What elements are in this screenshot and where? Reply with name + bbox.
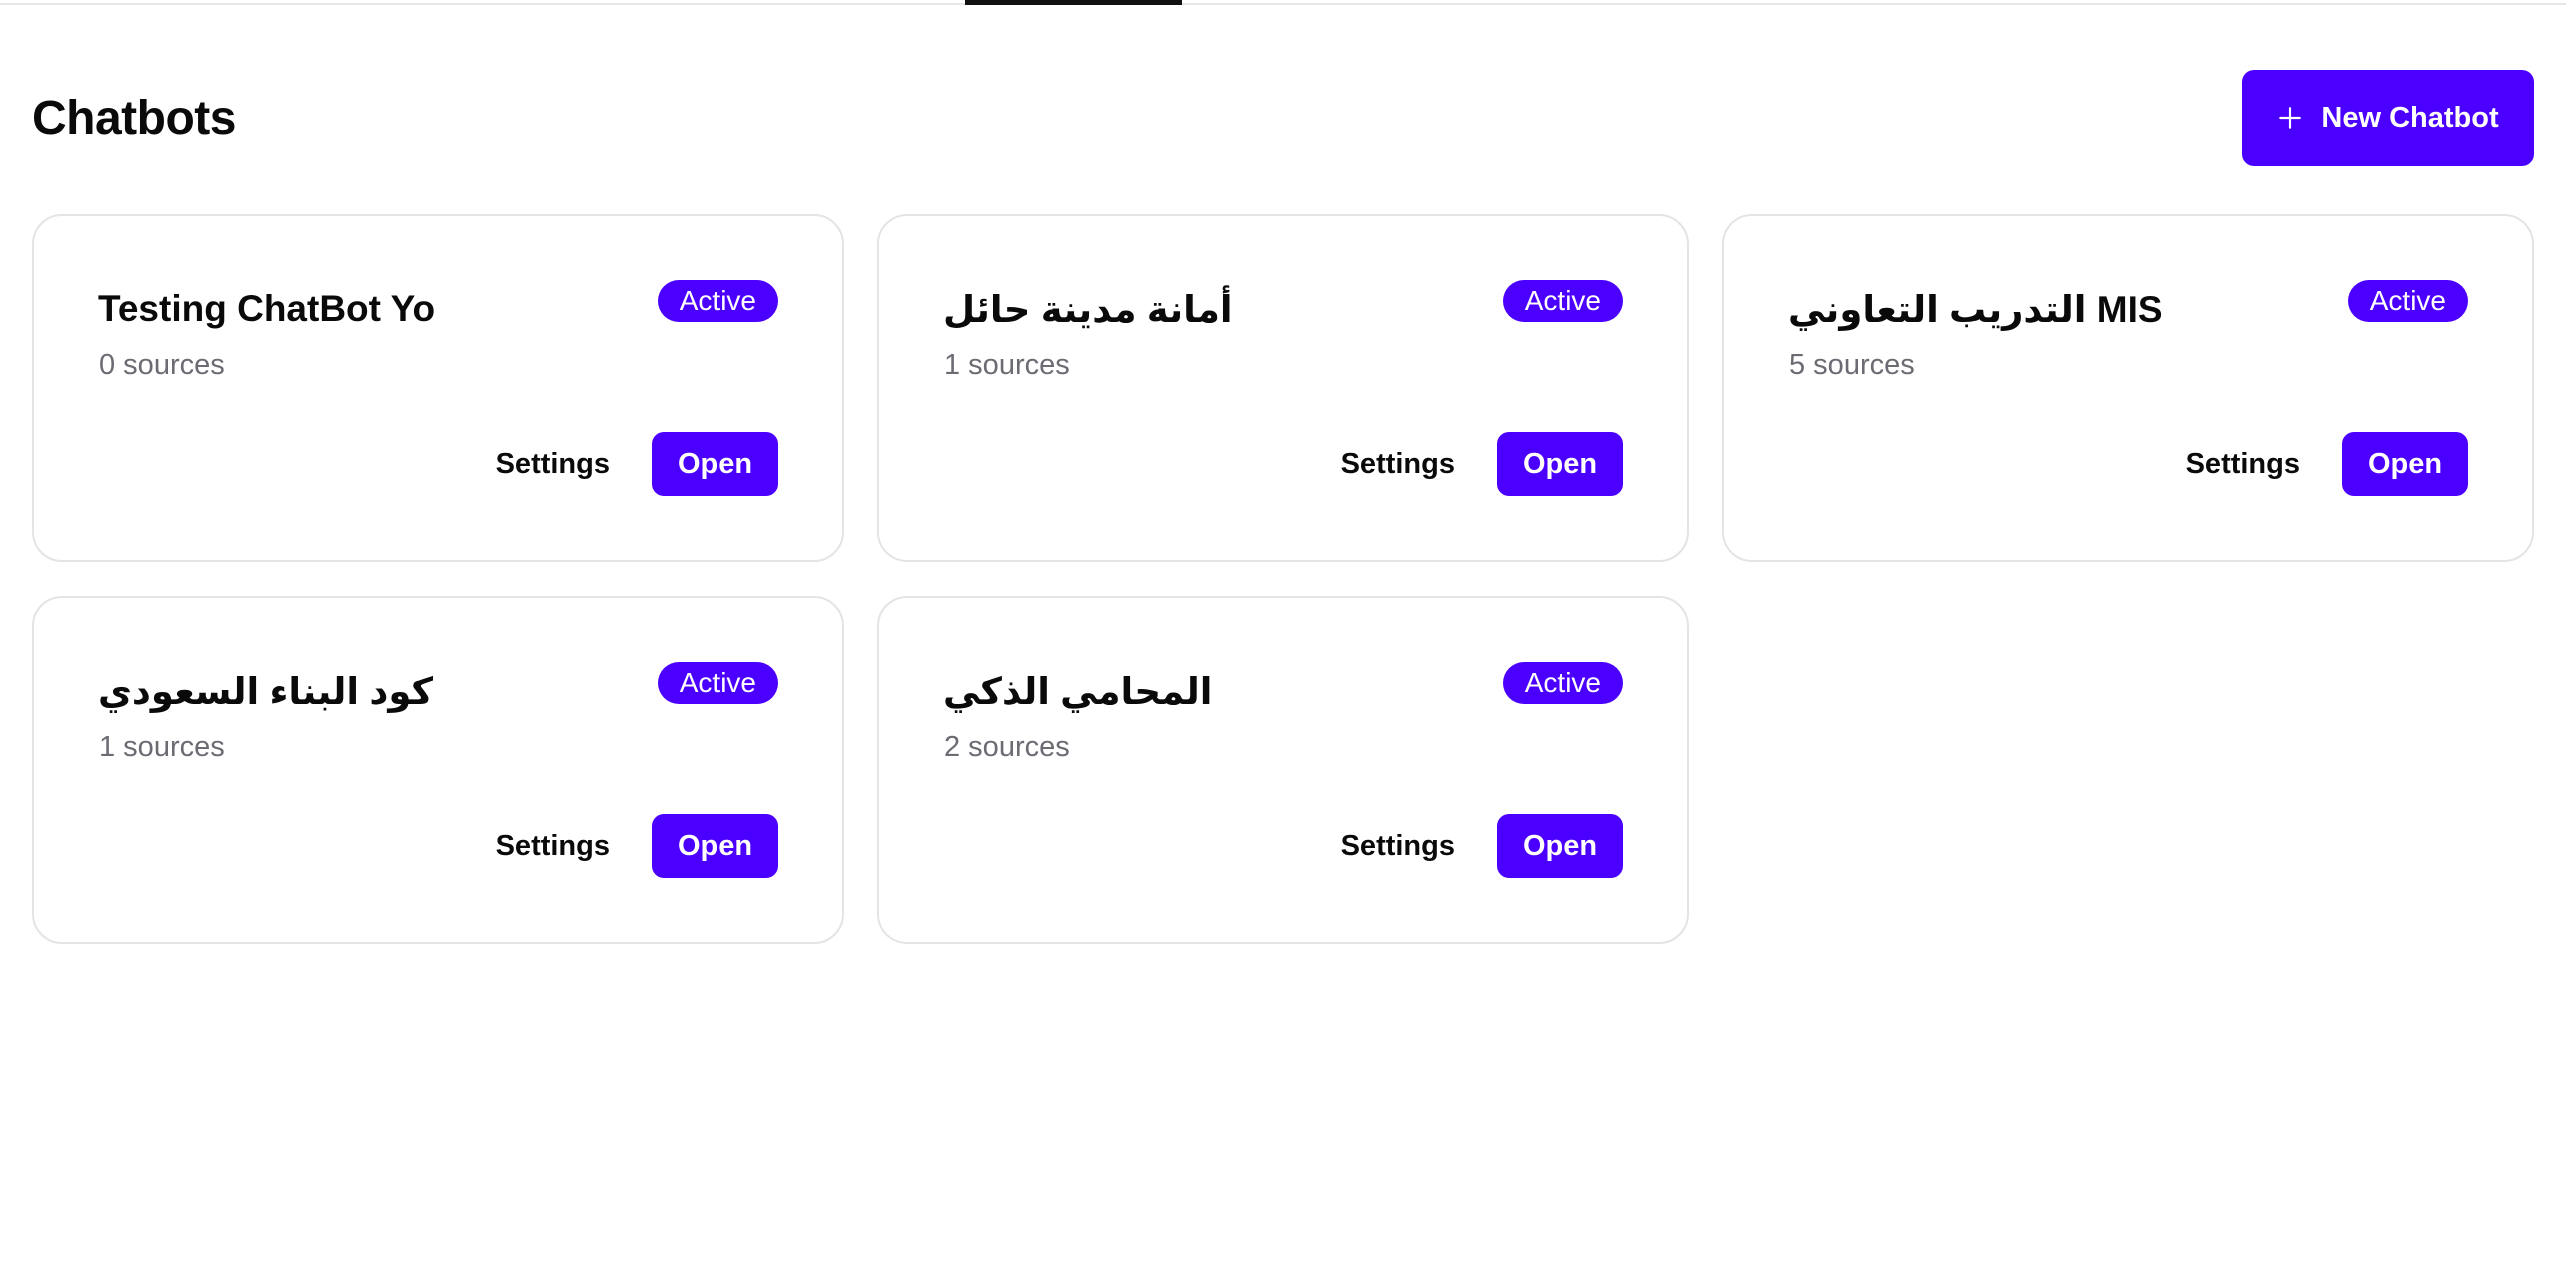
status-badge: Active xyxy=(1502,280,1623,322)
chatbot-name: المحامي الذكي xyxy=(943,671,1213,712)
page-header: Chatbots New Chatbot xyxy=(32,70,2534,166)
new-chatbot-button[interactable]: New Chatbot xyxy=(2242,70,2534,166)
status-badge: Active xyxy=(1502,662,1623,704)
chatbot-card: التدريب التعاوني MIS 5 sources Active Se… xyxy=(1722,214,2534,562)
chatbot-card: المحامي الذكي 2 sources Active Settings … xyxy=(877,596,1689,944)
chatbot-name: أمانة مدينة حائل xyxy=(943,289,1233,330)
page-title: Chatbots xyxy=(32,91,236,145)
chatbot-card: أمانة مدينة حائل 1 sources Active Settin… xyxy=(877,214,1689,562)
open-button[interactable]: Open xyxy=(652,432,778,496)
chatbot-source-count: 1 sources xyxy=(99,731,225,763)
status-badge: Active xyxy=(657,280,778,322)
settings-button[interactable]: Settings xyxy=(496,830,610,863)
settings-button[interactable]: Settings xyxy=(496,448,610,481)
open-button[interactable]: Open xyxy=(652,814,778,878)
open-button[interactable]: Open xyxy=(2342,432,2468,496)
chatbot-source-count: 1 sources xyxy=(944,349,1070,381)
card-actions: Settings Open xyxy=(496,814,778,878)
new-chatbot-label: New Chatbot xyxy=(2321,101,2499,134)
card-actions: Settings Open xyxy=(1341,814,1623,878)
top-nav-border xyxy=(0,0,2566,5)
chatbot-name: Testing ChatBot Yo xyxy=(98,288,436,329)
settings-button[interactable]: Settings xyxy=(1341,448,1455,481)
chatbot-card: كود البناء السعودي 1 sources Active Sett… xyxy=(32,596,844,944)
open-button[interactable]: Open xyxy=(1497,814,1623,878)
chatbot-name: التدريب التعاوني MIS xyxy=(1788,289,2163,330)
settings-button[interactable]: Settings xyxy=(1341,830,1455,863)
chatbot-source-count: 0 sources xyxy=(99,349,225,381)
settings-button[interactable]: Settings xyxy=(2186,448,2300,481)
card-actions: Settings Open xyxy=(496,432,778,496)
card-actions: Settings Open xyxy=(2186,432,2468,496)
active-tab-indicator xyxy=(965,0,1182,5)
chatbot-source-count: 2 sources xyxy=(944,731,1070,763)
open-button[interactable]: Open xyxy=(1497,432,1623,496)
chatbot-grid: Testing ChatBot Yo 0 sources Active Sett… xyxy=(32,214,2534,944)
chatbot-name: كود البناء السعودي xyxy=(98,671,434,712)
chatbot-card: Testing ChatBot Yo 0 sources Active Sett… xyxy=(32,214,844,562)
chatbot-source-count: 5 sources xyxy=(1789,349,1915,381)
status-badge: Active xyxy=(657,662,778,704)
card-actions: Settings Open xyxy=(1341,432,1623,496)
status-badge: Active xyxy=(2347,280,2468,322)
plus-icon xyxy=(2279,107,2302,129)
